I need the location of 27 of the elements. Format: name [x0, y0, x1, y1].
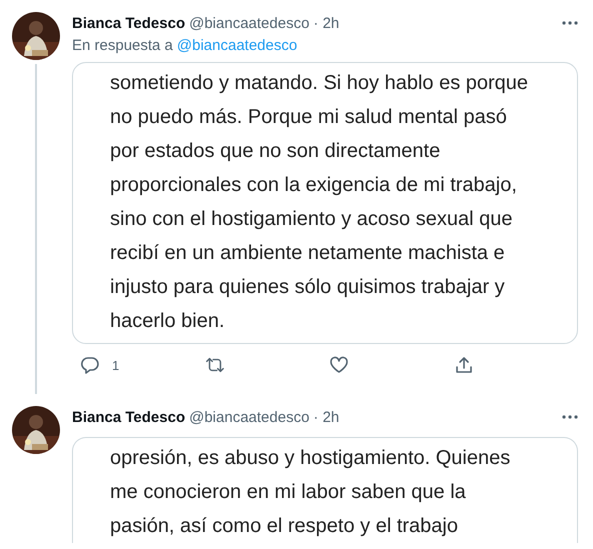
text-image[interactable]	[72, 62, 578, 344]
image-text-line: recibí en un ambiente netamente machista e	[110, 241, 505, 266]
image-text-line: hacerlo bien.	[110, 309, 225, 334]
text-image[interactable]: opresión, es abuso y hostigamiento. Quienes me conocieron en mi labor saben que la pasión, así como el respeto y el trabajo	[72, 437, 578, 543]
image-text-line: no puedo más. Porque mi salud mental pasó	[110, 105, 507, 130]
timestamp[interactable]: · 2h	[313, 408, 340, 426]
retweet-icon[interactable]	[204, 355, 224, 375]
image-text-line: opresión, es abuso y hostigamiento. Quienes	[110, 446, 510, 471]
author-handle[interactable]: @biancaatedesco	[189, 14, 310, 32]
reply-label: En respuesta a	[72, 37, 173, 54]
more-icon[interactable]	[562, 21, 578, 25]
image-text-line: por estados que no son directamente	[110, 139, 440, 164]
author-handle[interactable]: @biancaatedesco	[189, 408, 310, 426]
image-text-line: sometiendo y matando. Si hoy hablo es porque	[110, 71, 528, 96]
share-icon[interactable]	[454, 355, 474, 375]
image-text-line: pasión, así como el respeto y el trabajo	[110, 514, 458, 539]
more-icon[interactable]	[562, 415, 578, 419]
reply-count: 1	[112, 358, 120, 372]
reply-icon[interactable]	[80, 355, 100, 375]
image-text-line: sino con el hostigamiento y acoso sexual que	[110, 207, 512, 232]
timestamp[interactable]: · 2h	[313, 14, 340, 32]
image-text-line: proporcionales con la exigencia de mi trabajo,	[110, 173, 517, 198]
author-name[interactable]: Bianca Tedesco	[72, 14, 186, 32]
author-name[interactable]: Bianca Tedesco	[72, 408, 186, 426]
image-text-line: me conocieron en mi labor saben que la	[110, 480, 466, 505]
heart-icon[interactable]	[329, 355, 349, 375]
image-text-line: injusto para quienes sólo quisimos trabajar y	[110, 275, 505, 300]
